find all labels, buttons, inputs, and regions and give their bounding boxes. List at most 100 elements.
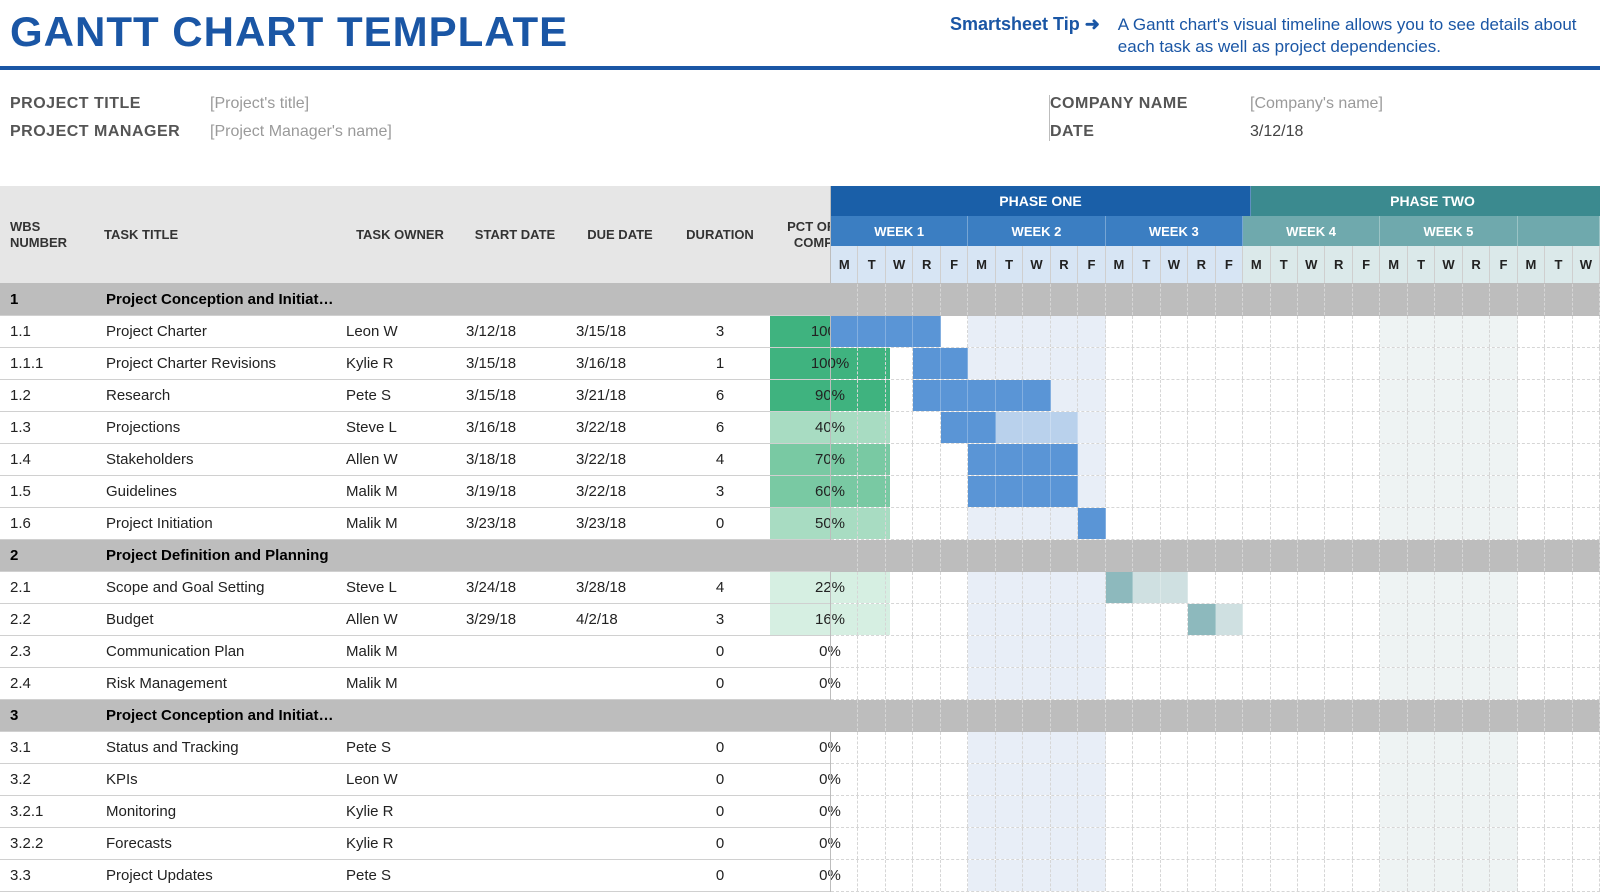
- timeline-cell[interactable]: [1216, 284, 1243, 315]
- cell[interactable]: Guidelines: [100, 483, 340, 500]
- cell[interactable]: 3.3: [0, 867, 100, 884]
- timeline-cell[interactable]: [1051, 604, 1078, 635]
- timeline-cell[interactable]: [1518, 572, 1545, 603]
- timeline-cell[interactable]: [1106, 668, 1133, 699]
- timeline-cell[interactable]: [831, 668, 858, 699]
- timeline-cell[interactable]: [1380, 668, 1407, 699]
- cell[interactable]: 2.3: [0, 643, 100, 660]
- timeline-cell[interactable]: [1380, 284, 1407, 315]
- timeline-cell[interactable]: [1408, 764, 1435, 795]
- timeline-cell[interactable]: [1243, 316, 1270, 347]
- section-row[interactable]: 3Project Conception and Initiation: [0, 700, 830, 732]
- timeline-cell[interactable]: [1161, 732, 1188, 763]
- timeline-cell[interactable]: [1051, 764, 1078, 795]
- timeline-cell[interactable]: [968, 316, 995, 347]
- timeline-cell[interactable]: [1106, 444, 1133, 475]
- timeline-cell[interactable]: [1325, 700, 1352, 731]
- cell[interactable]: Project Charter: [100, 323, 340, 340]
- cell[interactable]: 1.5: [0, 483, 100, 500]
- timeline-cell[interactable]: [941, 572, 968, 603]
- timeline-cell[interactable]: [1188, 316, 1215, 347]
- timeline-cell[interactable]: [1298, 476, 1325, 507]
- timeline-cell[interactable]: [913, 540, 940, 571]
- timeline-cell[interactable]: [1161, 668, 1188, 699]
- timeline-cell[interactable]: [1463, 412, 1490, 443]
- timeline-cell[interactable]: [968, 796, 995, 827]
- timeline-cell[interactable]: [1243, 860, 1270, 891]
- timeline-cell[interactable]: [886, 796, 913, 827]
- timeline-cell[interactable]: [913, 412, 940, 443]
- cell[interactable]: 3/16/18: [460, 419, 570, 436]
- timeline-cell[interactable]: [996, 444, 1023, 475]
- timeline-cell[interactable]: [1435, 284, 1462, 315]
- timeline-cell[interactable]: [1325, 508, 1352, 539]
- timeline-cell[interactable]: [1133, 476, 1160, 507]
- timeline-cell[interactable]: [1435, 380, 1462, 411]
- timeline-cell[interactable]: [913, 796, 940, 827]
- cell[interactable]: 1: [0, 291, 100, 308]
- timeline-cell[interactable]: [968, 284, 995, 315]
- timeline-cell[interactable]: [1325, 796, 1352, 827]
- timeline-cell[interactable]: [1161, 828, 1188, 859]
- timeline-cell[interactable]: [1078, 412, 1105, 443]
- timeline-cell[interactable]: [1051, 860, 1078, 891]
- timeline-cell[interactable]: [1463, 668, 1490, 699]
- timeline-cell[interactable]: [1243, 668, 1270, 699]
- cell[interactable]: 0: [670, 771, 770, 788]
- cell[interactable]: 6: [670, 387, 770, 404]
- timeline-cell[interactable]: [1490, 572, 1517, 603]
- timeline-cell[interactable]: [941, 476, 968, 507]
- cell[interactable]: 3/23/18: [460, 515, 570, 532]
- timeline-cell[interactable]: [1161, 540, 1188, 571]
- timeline-cell[interactable]: [1490, 764, 1517, 795]
- timeline-cell[interactable]: [1463, 316, 1490, 347]
- timeline-cell[interactable]: [1298, 700, 1325, 731]
- timeline-cell[interactable]: [1243, 732, 1270, 763]
- timeline-cell[interactable]: [1325, 604, 1352, 635]
- timeline-cell[interactable]: [1243, 412, 1270, 443]
- timeline-cell[interactable]: [1545, 860, 1572, 891]
- timeline-cell[interactable]: [996, 764, 1023, 795]
- timeline-cell[interactable]: [1216, 668, 1243, 699]
- cell[interactable]: 1.3: [0, 419, 100, 436]
- cell[interactable]: Allen W: [340, 451, 460, 468]
- timeline-cell[interactable]: [1380, 604, 1407, 635]
- cell[interactable]: 3/24/18: [460, 579, 570, 596]
- timeline-cell[interactable]: [1271, 412, 1298, 443]
- cell[interactable]: Projections: [100, 419, 340, 436]
- timeline-cell[interactable]: [1380, 764, 1407, 795]
- timeline-cell[interactable]: [1216, 508, 1243, 539]
- timeline-cell[interactable]: [1133, 668, 1160, 699]
- timeline-cell[interactable]: [1023, 316, 1050, 347]
- timeline-cell[interactable]: [1023, 636, 1050, 667]
- timeline-cell[interactable]: [1106, 540, 1133, 571]
- timeline-cell[interactable]: [1188, 860, 1215, 891]
- timeline-cell[interactable]: [886, 316, 913, 347]
- cell[interactable]: Leon W: [340, 323, 460, 340]
- timeline-cell[interactable]: [913, 828, 940, 859]
- timeline-cell[interactable]: [1133, 636, 1160, 667]
- timeline-cell[interactable]: [1353, 540, 1380, 571]
- cell[interactable]: Malik M: [340, 515, 460, 532]
- timeline-cell[interactable]: [1216, 732, 1243, 763]
- timeline-cell[interactable]: [1463, 860, 1490, 891]
- timeline-cell[interactable]: [1243, 444, 1270, 475]
- timeline-cell[interactable]: [1573, 572, 1600, 603]
- timeline-cell[interactable]: [858, 508, 885, 539]
- timeline-cell[interactable]: [1161, 380, 1188, 411]
- timeline-cell[interactable]: [1106, 412, 1133, 443]
- task-row[interactable]: 1.2ResearchPete S3/15/183/21/18690%: [0, 380, 830, 412]
- timeline-cell[interactable]: [1408, 732, 1435, 763]
- timeline-cell[interactable]: [1573, 540, 1600, 571]
- timeline-cell[interactable]: [1463, 700, 1490, 731]
- timeline-cell[interactable]: [1573, 860, 1600, 891]
- timeline-cell[interactable]: [1435, 572, 1462, 603]
- timeline-cell[interactable]: [858, 636, 885, 667]
- timeline-cell[interactable]: [1518, 316, 1545, 347]
- timeline-cell[interactable]: [1271, 860, 1298, 891]
- timeline-cell[interactable]: [941, 316, 968, 347]
- timeline-cell[interactable]: [1106, 508, 1133, 539]
- timeline-cell[interactable]: [968, 604, 995, 635]
- timeline-cell[interactable]: [1353, 764, 1380, 795]
- timeline-cell[interactable]: [1161, 412, 1188, 443]
